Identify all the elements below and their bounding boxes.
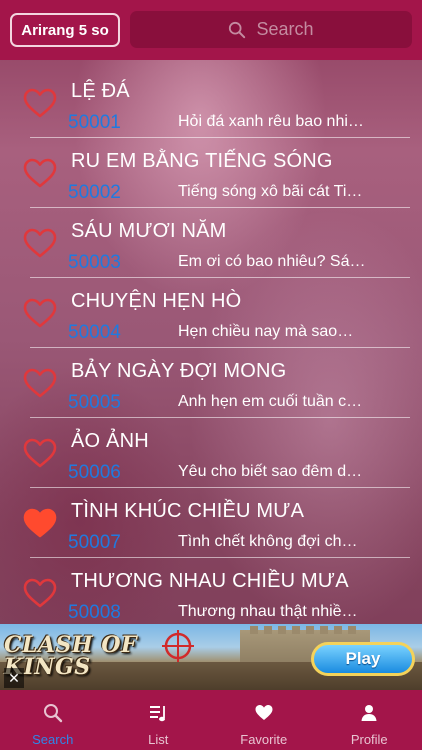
heart-outline-icon[interactable] [22, 87, 58, 119]
song-title: BẢY NGÀY ĐỢI MONG [71, 360, 287, 382]
heart-outline-icon[interactable] [22, 367, 58, 399]
tab-search[interactable]: Search [0, 690, 106, 750]
song-row[interactable]: TÌNH KHÚC CHIỀU MƯA 50007 Tình chết không … [0, 488, 422, 558]
heart-icon [255, 705, 273, 720]
ad-banner[interactable]: CLASH OF KINGS Play ✕ [0, 624, 422, 690]
song-code: 50007 [68, 532, 121, 553]
search-placeholder: Search [256, 19, 314, 39]
song-row[interactable]: LỆ ĐÁ 50001 Hỏi đá xanh rêu bao nhi… [0, 68, 422, 138]
song-lyric: Yêu cho biết sao đêm d… [178, 463, 363, 480]
top-bar: Arirang 5 so Search [0, 0, 422, 60]
song-title: SÁU MƯƠI NĂM [71, 220, 227, 242]
song-lyric: Em ơi có bao nhiêu? Sá… [178, 253, 366, 270]
heart-outline-icon[interactable] [22, 577, 58, 609]
song-title: RU EM BẰNG TIẾNG SÓNG [71, 150, 333, 172]
song-row[interactable]: THƯƠNG NHAU CHIỀU MƯA 50008 Thương nhau th… [0, 558, 422, 628]
heart-outline-icon[interactable] [22, 157, 58, 189]
song-lyric: Anh hẹn em cuối tuần c… [178, 393, 363, 410]
song-code: 50008 [68, 602, 121, 623]
heart-outline-icon[interactable] [22, 297, 58, 329]
tab-favorite[interactable]: Favorite [211, 690, 317, 750]
ad-play-button[interactable]: Play [311, 642, 415, 676]
song-title: LỆ ĐÁ [71, 80, 130, 102]
search-icon [229, 21, 246, 38]
search-icon [43, 704, 62, 723]
tab-search-label: Search [32, 732, 74, 747]
song-title: CHUYỆN HẸN HÒ [71, 290, 242, 312]
tab-profile[interactable]: Profile [317, 690, 422, 750]
song-lyric: Hẹn chiều nay mà sao… [178, 323, 354, 340]
song-code: 50004 [68, 322, 121, 343]
song-lyric: Tình chết không đợi ch… [178, 533, 358, 550]
song-code: 50003 [68, 252, 121, 273]
song-title: TÌNH KHÚC CHIỀU MƯA [71, 500, 305, 522]
tab-list-label: List [148, 732, 169, 747]
ad-close-button[interactable]: ✕ [4, 668, 24, 688]
song-row[interactable]: BẢY NGÀY ĐỢI MONG 50005 Anh hẹn em cuối tu… [0, 348, 422, 418]
heart-outline-icon[interactable] [22, 437, 58, 469]
song-row[interactable]: SÁU MƯƠI NĂM 50003 Em ơi có bao nhiêu? Sá… [0, 208, 422, 278]
song-lyric: Hỏi đá xanh rêu bao nhi… [178, 113, 364, 130]
tab-list[interactable]: List [106, 690, 212, 750]
song-code: 50006 [68, 462, 121, 483]
brand-button[interactable]: Arirang 5 so [10, 13, 120, 47]
song-list: LỆ ĐÁ 50001 Hỏi đá xanh rêu bao nhi… RU EM … [0, 68, 422, 628]
song-row[interactable]: CHUYỆN HẸN HÒ 50004 Hẹn chiều nay mà sao… [0, 278, 422, 348]
song-title: THƯƠNG NHAU CHIỀU MƯA [71, 570, 349, 592]
crosshair-icon [162, 630, 194, 662]
heart-outline-icon[interactable] [22, 227, 58, 259]
song-code: 50001 [68, 112, 121, 133]
song-row[interactable]: RU EM BẰNG TIẾNG SÓNG 50002 Tiếng sóng xô … [0, 138, 422, 208]
song-lyric: Thương nhau thật nhiề… [178, 603, 358, 620]
heart-filled-icon[interactable] [22, 507, 58, 539]
song-row[interactable]: ẢO ẢNH 50006 Yêu cho biết sao đêm d… [0, 418, 422, 488]
music-list-icon [150, 706, 166, 722]
song-title: ẢO ẢNH [71, 430, 149, 452]
song-lyric: Tiếng sóng xô bãi cát Ti… [178, 183, 363, 200]
tab-favorite-label: Favorite [240, 732, 288, 747]
song-code: 50002 [68, 182, 121, 203]
song-code: 50005 [68, 392, 121, 413]
search-field[interactable]: Search [130, 11, 412, 48]
tab-profile-label: Profile [350, 732, 388, 747]
person-icon [361, 705, 377, 721]
tab-bar: Search List Favorite Profile [0, 690, 422, 750]
